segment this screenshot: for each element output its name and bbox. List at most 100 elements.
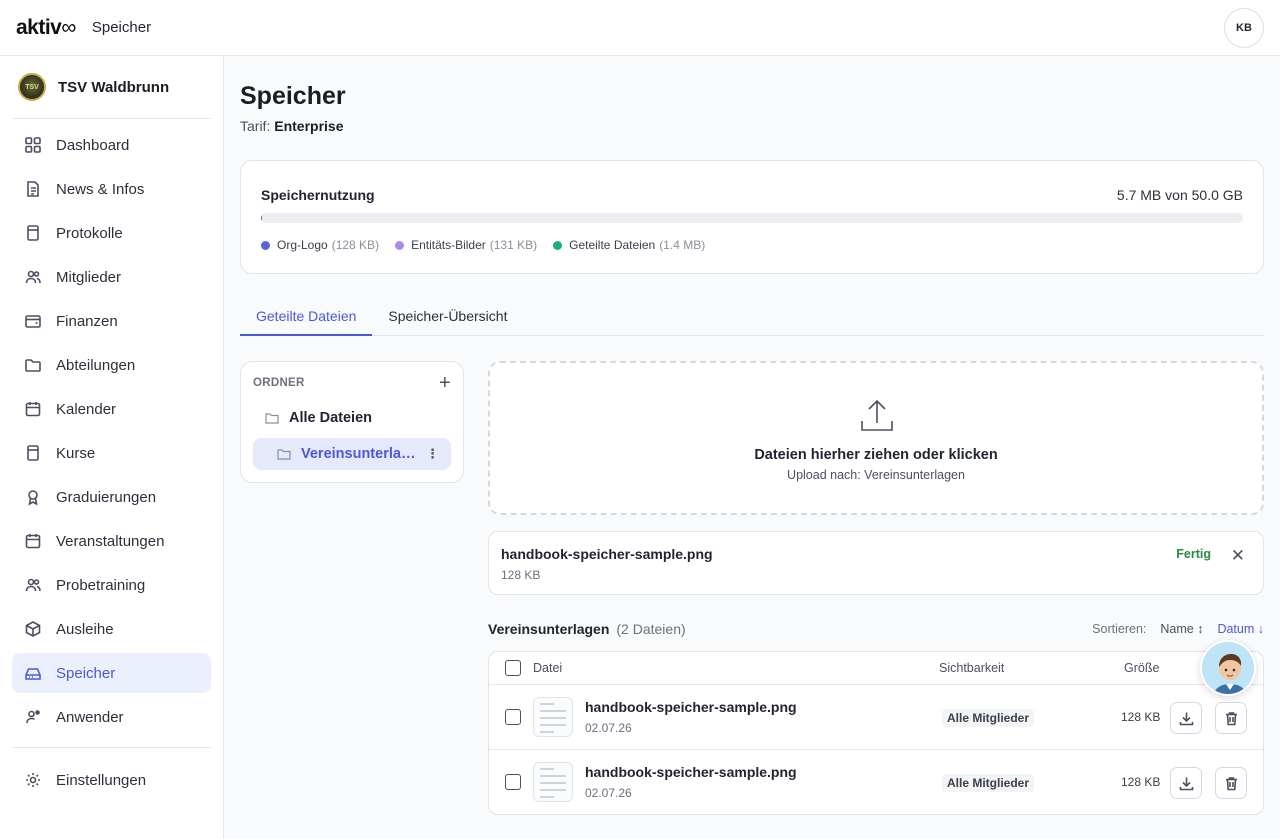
folder-icon <box>277 449 291 460</box>
sidebar-item-kurse[interactable]: Kurse <box>12 433 211 473</box>
sort-by-date-button[interactable]: Datum ↓ <box>1217 622 1264 636</box>
folder-label: Alle Dateien <box>289 410 372 426</box>
files-table: Datei Sichtbarkeit Größe handbook-speich… <box>488 651 1264 815</box>
sidebar-item-graduierungen[interactable]: Graduierungen <box>12 477 211 517</box>
legend-size: (1.4 MB) <box>659 238 706 252</box>
divider <box>12 747 211 748</box>
user-avatar-button[interactable]: KB <box>1224 8 1264 48</box>
table-header: Datei Sichtbarkeit Größe <box>489 652 1263 685</box>
column-header-visibility[interactable]: Sichtbarkeit <box>939 661 1004 675</box>
sidebar-item-anwender[interactable]: Anwender <box>12 697 211 737</box>
legend-item-shared-files: Geteilte Dateien (1.4 MB) <box>553 238 705 252</box>
close-icon[interactable]: ✕ <box>1231 546 1245 566</box>
add-folder-button[interactable]: + <box>439 373 451 393</box>
sidebar-item-label: Einstellungen <box>56 771 147 789</box>
book-icon <box>27 445 39 461</box>
plan-label: Tarif: <box>240 118 271 134</box>
upload-status: Fertig <box>1176 547 1211 561</box>
book-icon <box>27 225 39 241</box>
legend-size: (131 KB) <box>489 238 538 252</box>
download-button[interactable] <box>1170 702 1202 734</box>
visibility-badge: Alle Mitglieder <box>942 709 1035 727</box>
sidebar-item-label: News & Infos <box>56 180 145 198</box>
legend-dot <box>261 240 270 250</box>
column-header-file[interactable]: Datei <box>533 661 562 675</box>
legend-item-org-logo: Org-Logo (128 KB) <box>261 238 379 252</box>
upload-dropzone[interactable]: Dateien hierher ziehen oder klicken Uplo… <box>488 361 1264 515</box>
sidebar-item-label: Kurse <box>56 444 96 462</box>
sort-by-name-button[interactable]: Name ↕ <box>1160 622 1203 636</box>
brand-text: aktiv <box>16 15 62 39</box>
top-bar-title: Speicher <box>91 19 152 36</box>
table-row[interactable]: handbook-speicher-sample.png 02.07.26 Al… <box>489 750 1263 814</box>
assistant-avatar-button[interactable] <box>1200 640 1256 696</box>
wallet-icon <box>25 315 41 328</box>
document-icon <box>27 181 39 197</box>
hard-drive-icon <box>25 668 41 680</box>
visibility-badge: Alle Mitglieder <box>942 774 1035 792</box>
sidebar-item-veranstaltungen[interactable]: Veranstaltungen <box>12 521 211 561</box>
file-size: 128 KB <box>1121 775 1161 789</box>
users-icon <box>25 270 41 284</box>
file-name[interactable]: handbook-speicher-sample.png <box>585 764 797 780</box>
table-row[interactable]: handbook-speicher-sample.png 02.07.26 Al… <box>489 685 1263 750</box>
storage-usage-card: Speichernutzung 5.7 MB von 50.0 GB Org-L… <box>240 160 1264 274</box>
plan-info: Tarif: Enterprise <box>240 118 343 134</box>
legend-label: Org-Logo <box>277 238 328 252</box>
brand-logo[interactable]: aktiv∞ <box>16 16 76 40</box>
sidebar-item-label: Ausleihe <box>56 620 114 638</box>
tab-storage-overview[interactable]: Speicher-Übersicht <box>372 298 523 336</box>
sidebar-item-ausleihe[interactable]: Ausleihe <box>12 609 211 649</box>
download-icon <box>1179 712 1193 725</box>
upload-icon <box>861 399 893 431</box>
award-icon <box>28 490 38 506</box>
sidebar-item-speicher[interactable]: Speicher <box>12 653 211 693</box>
sidebar-item-mitglieder[interactable]: Mitglieder <box>12 257 211 297</box>
usage-amount: 5.7 MB von 50.0 GB <box>1116 187 1243 203</box>
folder-item-vereinsunterlagen[interactable]: Vereinsunterlagen ⋮ <box>253 438 451 470</box>
dropzone-subtitle: Upload nach: Vereinsunterlagen <box>787 468 965 482</box>
sidebar-item-label: Probetraining <box>56 576 146 594</box>
legend-dot <box>395 240 405 250</box>
upload-progress-item: handbook-speicher-sample.png 128 KB Fert… <box>488 531 1264 595</box>
folder-label: Vereinsunterlagen <box>301 446 419 462</box>
sidebar-item-kalender[interactable]: Kalender <box>12 389 211 429</box>
folder-header: ORDNER <box>253 377 305 389</box>
sidebar-item-einstellungen[interactable]: Einstellungen <box>12 760 211 800</box>
sidebar-item-abteilungen[interactable]: Abteilungen <box>12 345 211 385</box>
file-list-count: (2 Dateien) <box>616 621 686 637</box>
file-date: 02.07.26 <box>585 721 632 735</box>
page-title: Speicher <box>240 82 346 110</box>
dropzone-title: Dateien hierher ziehen oder klicken <box>754 447 998 463</box>
legend-label: Entitäts-Bilder <box>411 238 486 252</box>
column-header-size[interactable]: Größe <box>1124 661 1159 675</box>
row-checkbox[interactable] <box>505 774 521 790</box>
sidebar-item-finanzen[interactable]: Finanzen <box>12 301 211 341</box>
file-date: 02.07.26 <box>585 786 632 800</box>
delete-button[interactable] <box>1215 767 1247 799</box>
file-name[interactable]: handbook-speicher-sample.png <box>585 699 797 715</box>
sidebar-item-protokolle[interactable]: Protokolle <box>12 213 211 253</box>
download-button[interactable] <box>1170 767 1202 799</box>
delete-button[interactable] <box>1215 702 1247 734</box>
sidebar-item-probetraining[interactable]: Probetraining <box>12 565 211 605</box>
calendar-icon <box>25 534 41 549</box>
select-all-checkbox[interactable] <box>505 660 521 676</box>
sidebar-item-label: Speicher <box>56 664 116 682</box>
tab-bar: Geteilte Dateien Speicher-Übersicht <box>240 298 1264 336</box>
folder-icon <box>25 359 41 372</box>
sidebar-item-news[interactable]: News & Infos <box>12 169 211 209</box>
folder-icon <box>265 413 279 424</box>
upload-filesize: 128 KB <box>501 568 541 582</box>
sidebar-item-label: Anwender <box>56 708 124 726</box>
sidebar-item-dashboard[interactable]: Dashboard <box>12 125 211 165</box>
row-checkbox[interactable] <box>505 709 521 725</box>
usage-title: Speichernutzung <box>261 187 375 203</box>
users-icon <box>25 578 41 592</box>
folder-item-all-files[interactable]: Alle Dateien <box>253 402 451 434</box>
file-thumbnail <box>533 697 573 737</box>
org-switcher[interactable]: TSV TSV Waldbrunn <box>0 56 223 118</box>
tab-shared-files[interactable]: Geteilte Dateien <box>240 298 373 336</box>
grid-icon <box>25 137 41 153</box>
folder-options-button[interactable]: ⋮ <box>426 446 439 462</box>
